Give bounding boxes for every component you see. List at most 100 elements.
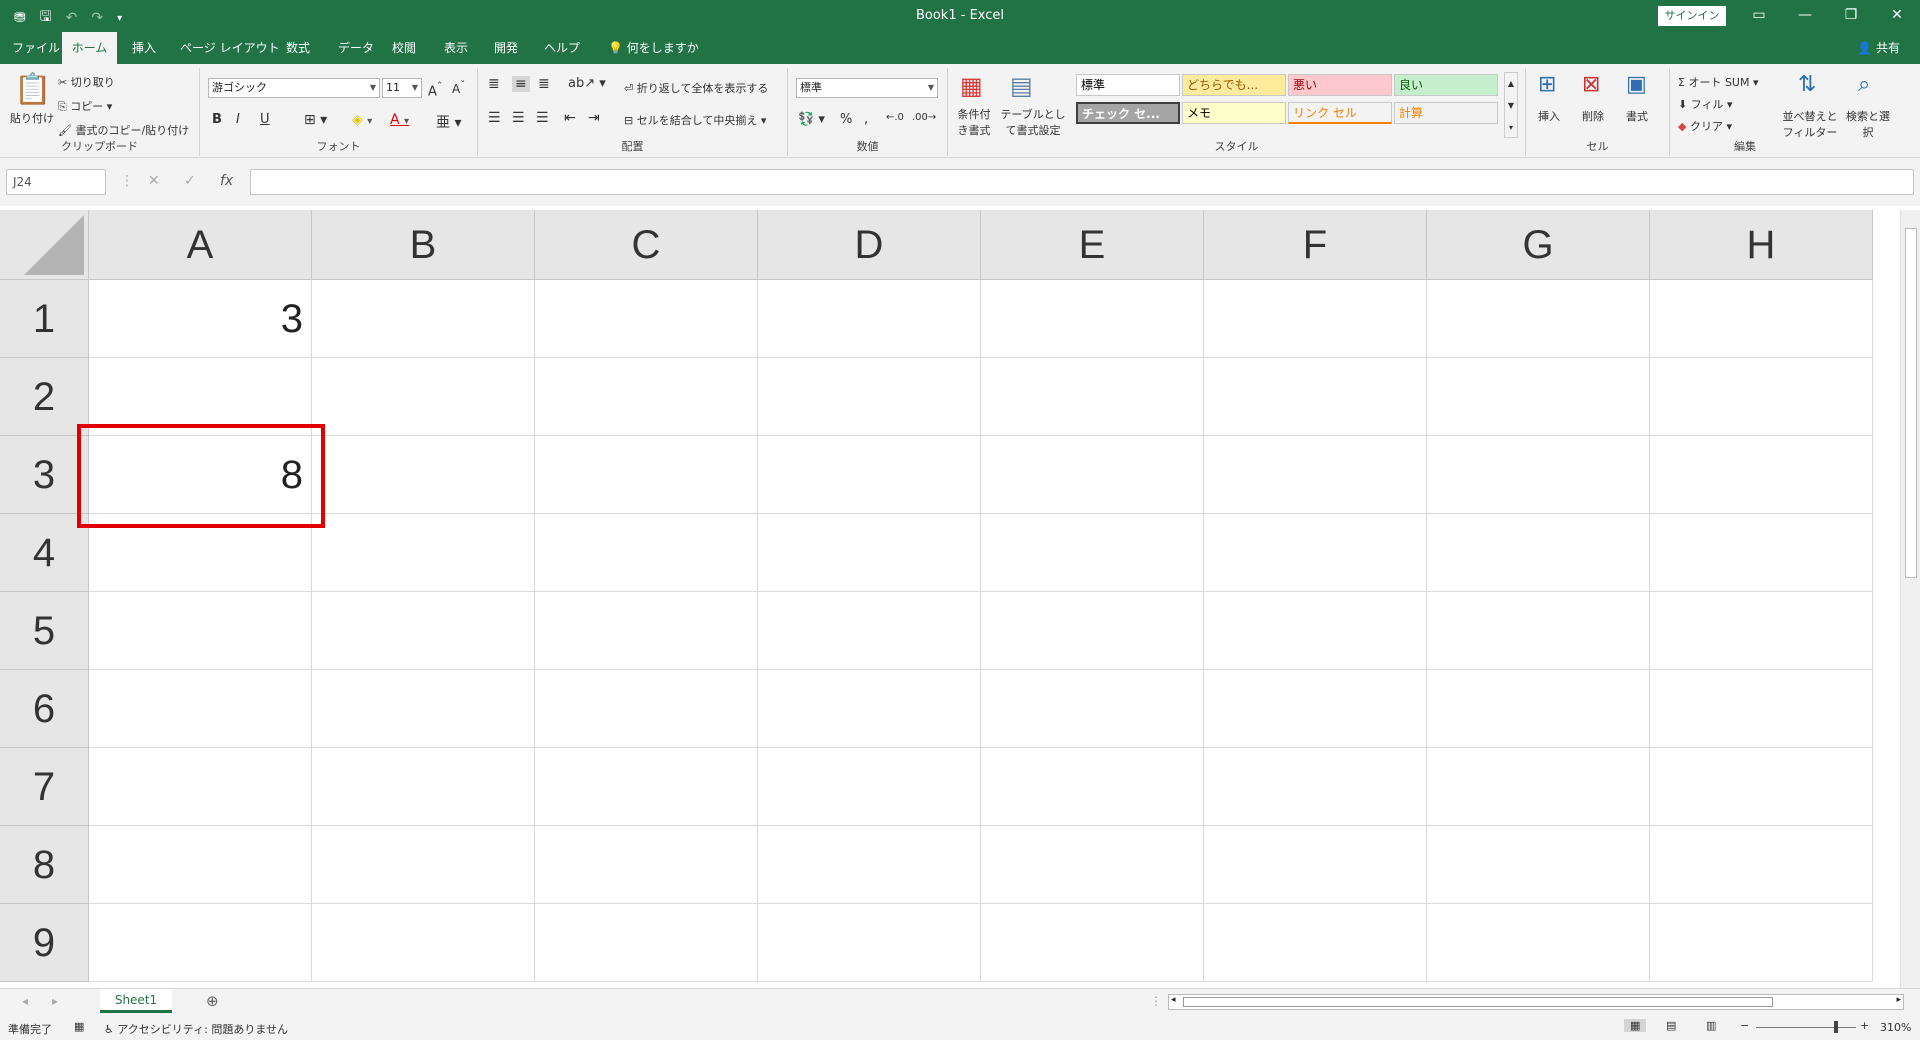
- bold-button[interactable]: B: [212, 112, 222, 127]
- cell-A2[interactable]: [89, 358, 312, 436]
- cell-F9[interactable]: [1204, 904, 1427, 982]
- cut-button[interactable]: ✂ 切り取り: [58, 74, 115, 90]
- cell-F8[interactable]: [1204, 826, 1427, 904]
- cell-F3[interactable]: [1204, 436, 1427, 514]
- tab-developer[interactable]: 開発: [486, 32, 526, 64]
- cell-B1[interactable]: [312, 280, 535, 358]
- scroll-left-icon[interactable]: ◂: [1171, 995, 1176, 1005]
- zoom-slider[interactable]: [1756, 1027, 1856, 1028]
- cell-H6[interactable]: [1650, 670, 1873, 748]
- insert-cells-icon[interactable]: ⊞: [1538, 72, 1556, 97]
- number-format-select[interactable]: 標準 ▼: [796, 78, 938, 98]
- sort-filter-button[interactable]: 並べ替えとフィルター: [1780, 108, 1840, 140]
- cell-A7[interactable]: [89, 748, 312, 826]
- cell-D1[interactable]: [758, 280, 981, 358]
- cell-H5[interactable]: [1650, 592, 1873, 670]
- delete-cells-icon[interactable]: ⊠: [1582, 72, 1600, 97]
- cell-style-1[interactable]: どちらでも...: [1182, 74, 1286, 96]
- cell-A3[interactable]: 8: [89, 436, 312, 514]
- tab-review[interactable]: 校閲: [384, 32, 424, 64]
- tab-page-layout[interactable]: ページ レイアウト: [172, 32, 288, 64]
- cell-D7[interactable]: [758, 748, 981, 826]
- currency-icon[interactable]: 💱 ▾: [798, 112, 825, 127]
- format-as-table-icon[interactable]: ▤: [1010, 72, 1033, 100]
- cell-B3[interactable]: [312, 436, 535, 514]
- cell-G9[interactable]: [1427, 904, 1650, 982]
- cell-E5[interactable]: [981, 592, 1204, 670]
- cell-style-6[interactable]: リンク セル: [1288, 102, 1392, 124]
- align-right-icon[interactable]: ☰: [536, 110, 549, 126]
- fill-button[interactable]: ⬇ フィル ▾: [1678, 96, 1733, 112]
- row-header-9[interactable]: 9: [0, 904, 89, 982]
- cell-G1[interactable]: [1427, 280, 1650, 358]
- page-layout-view-icon[interactable]: ▤: [1666, 1019, 1676, 1032]
- tab-file[interactable]: ファイル: [4, 32, 68, 64]
- horizontal-scroll-thumb[interactable]: [1183, 997, 1773, 1007]
- restore-icon[interactable]: ❐: [1828, 4, 1874, 26]
- page-break-view-icon[interactable]: ▥: [1706, 1019, 1716, 1032]
- zoom-in-icon[interactable]: +: [1860, 1019, 1869, 1032]
- row-header-8[interactable]: 8: [0, 826, 89, 904]
- zoom-slider-thumb[interactable]: [1834, 1021, 1838, 1033]
- cell-E1[interactable]: [981, 280, 1204, 358]
- cell-H8[interactable]: [1650, 826, 1873, 904]
- column-header-A[interactable]: A: [89, 210, 312, 280]
- ribbon-display-icon[interactable]: ▭: [1736, 4, 1782, 26]
- cell-A4[interactable]: [89, 514, 312, 592]
- align-top-icon[interactable]: ≣: [488, 76, 500, 92]
- column-header-D[interactable]: D: [758, 210, 981, 280]
- align-middle-icon[interactable]: ≡: [512, 76, 530, 92]
- cell-C4[interactable]: [535, 514, 758, 592]
- format-painter-button[interactable]: 🖌 書式のコピー/貼り付け: [58, 122, 189, 138]
- cell-style-3[interactable]: 良い: [1394, 74, 1498, 96]
- cell-H7[interactable]: [1650, 748, 1873, 826]
- cell-D9[interactable]: [758, 904, 981, 982]
- autosum-button[interactable]: Σ オート SUM ▾: [1678, 74, 1759, 90]
- cell-B2[interactable]: [312, 358, 535, 436]
- font-size-select[interactable]: 11 ▼: [382, 78, 422, 98]
- cell-style-7[interactable]: 計算: [1394, 102, 1498, 124]
- increase-decimal-icon[interactable]: ←.0: [886, 112, 904, 123]
- conditional-format-button[interactable]: 条件付き書式: [954, 106, 994, 138]
- tell-me-search[interactable]: 💡 何をしますか: [600, 32, 707, 64]
- cell-E6[interactable]: [981, 670, 1204, 748]
- italic-button[interactable]: I: [236, 112, 240, 127]
- cell-style-5[interactable]: メモ: [1182, 102, 1286, 124]
- cell-C8[interactable]: [535, 826, 758, 904]
- row-header-7[interactable]: 7: [0, 748, 89, 826]
- cell-E3[interactable]: [981, 436, 1204, 514]
- split-handle-icon[interactable]: ⋮: [1150, 994, 1162, 1008]
- cell-A9[interactable]: [89, 904, 312, 982]
- cell-style-0[interactable]: 標準: [1076, 74, 1180, 96]
- macro-record-icon[interactable]: ▦: [74, 1020, 84, 1033]
- cell-B5[interactable]: [312, 592, 535, 670]
- row-header-2[interactable]: 2: [0, 358, 89, 436]
- cell-F2[interactable]: [1204, 358, 1427, 436]
- sort-filter-icon[interactable]: ⇅: [1798, 72, 1816, 97]
- delete-cells-button[interactable]: 削除: [1582, 108, 1604, 124]
- sheet-next-icon[interactable]: ▸: [52, 994, 58, 1008]
- font-name-select[interactable]: 游ゴシック ▼: [208, 78, 380, 98]
- tab-view[interactable]: 表示: [436, 32, 476, 64]
- enter-icon[interactable]: ✓: [184, 173, 196, 189]
- increase-indent-icon[interactable]: ⇥: [588, 110, 600, 126]
- copy-button[interactable]: ⎘ コピー ▾: [58, 98, 112, 114]
- paste-icon[interactable]: 📋: [14, 72, 51, 107]
- font-shrink-button[interactable]: Aˇ: [452, 80, 465, 96]
- cell-D3[interactable]: [758, 436, 981, 514]
- align-left-icon[interactable]: ☰: [488, 110, 501, 126]
- align-center-icon[interactable]: ☰: [512, 110, 525, 126]
- accessibility-status[interactable]: ♿ アクセシビリティ: 問題ありません: [104, 1021, 288, 1037]
- align-bottom-icon[interactable]: ≣: [538, 76, 550, 92]
- cell-A5[interactable]: [89, 592, 312, 670]
- column-header-F[interactable]: F: [1204, 210, 1427, 280]
- cell-C1[interactable]: [535, 280, 758, 358]
- close-icon[interactable]: ✕: [1874, 4, 1920, 26]
- row-header-4[interactable]: 4: [0, 514, 89, 592]
- column-header-C[interactable]: C: [535, 210, 758, 280]
- column-header-B[interactable]: B: [312, 210, 535, 280]
- insert-cells-button[interactable]: 挿入: [1538, 108, 1560, 124]
- column-header-G[interactable]: G: [1427, 210, 1650, 280]
- cell-E4[interactable]: [981, 514, 1204, 592]
- zoom-level[interactable]: 310%: [1880, 1021, 1911, 1034]
